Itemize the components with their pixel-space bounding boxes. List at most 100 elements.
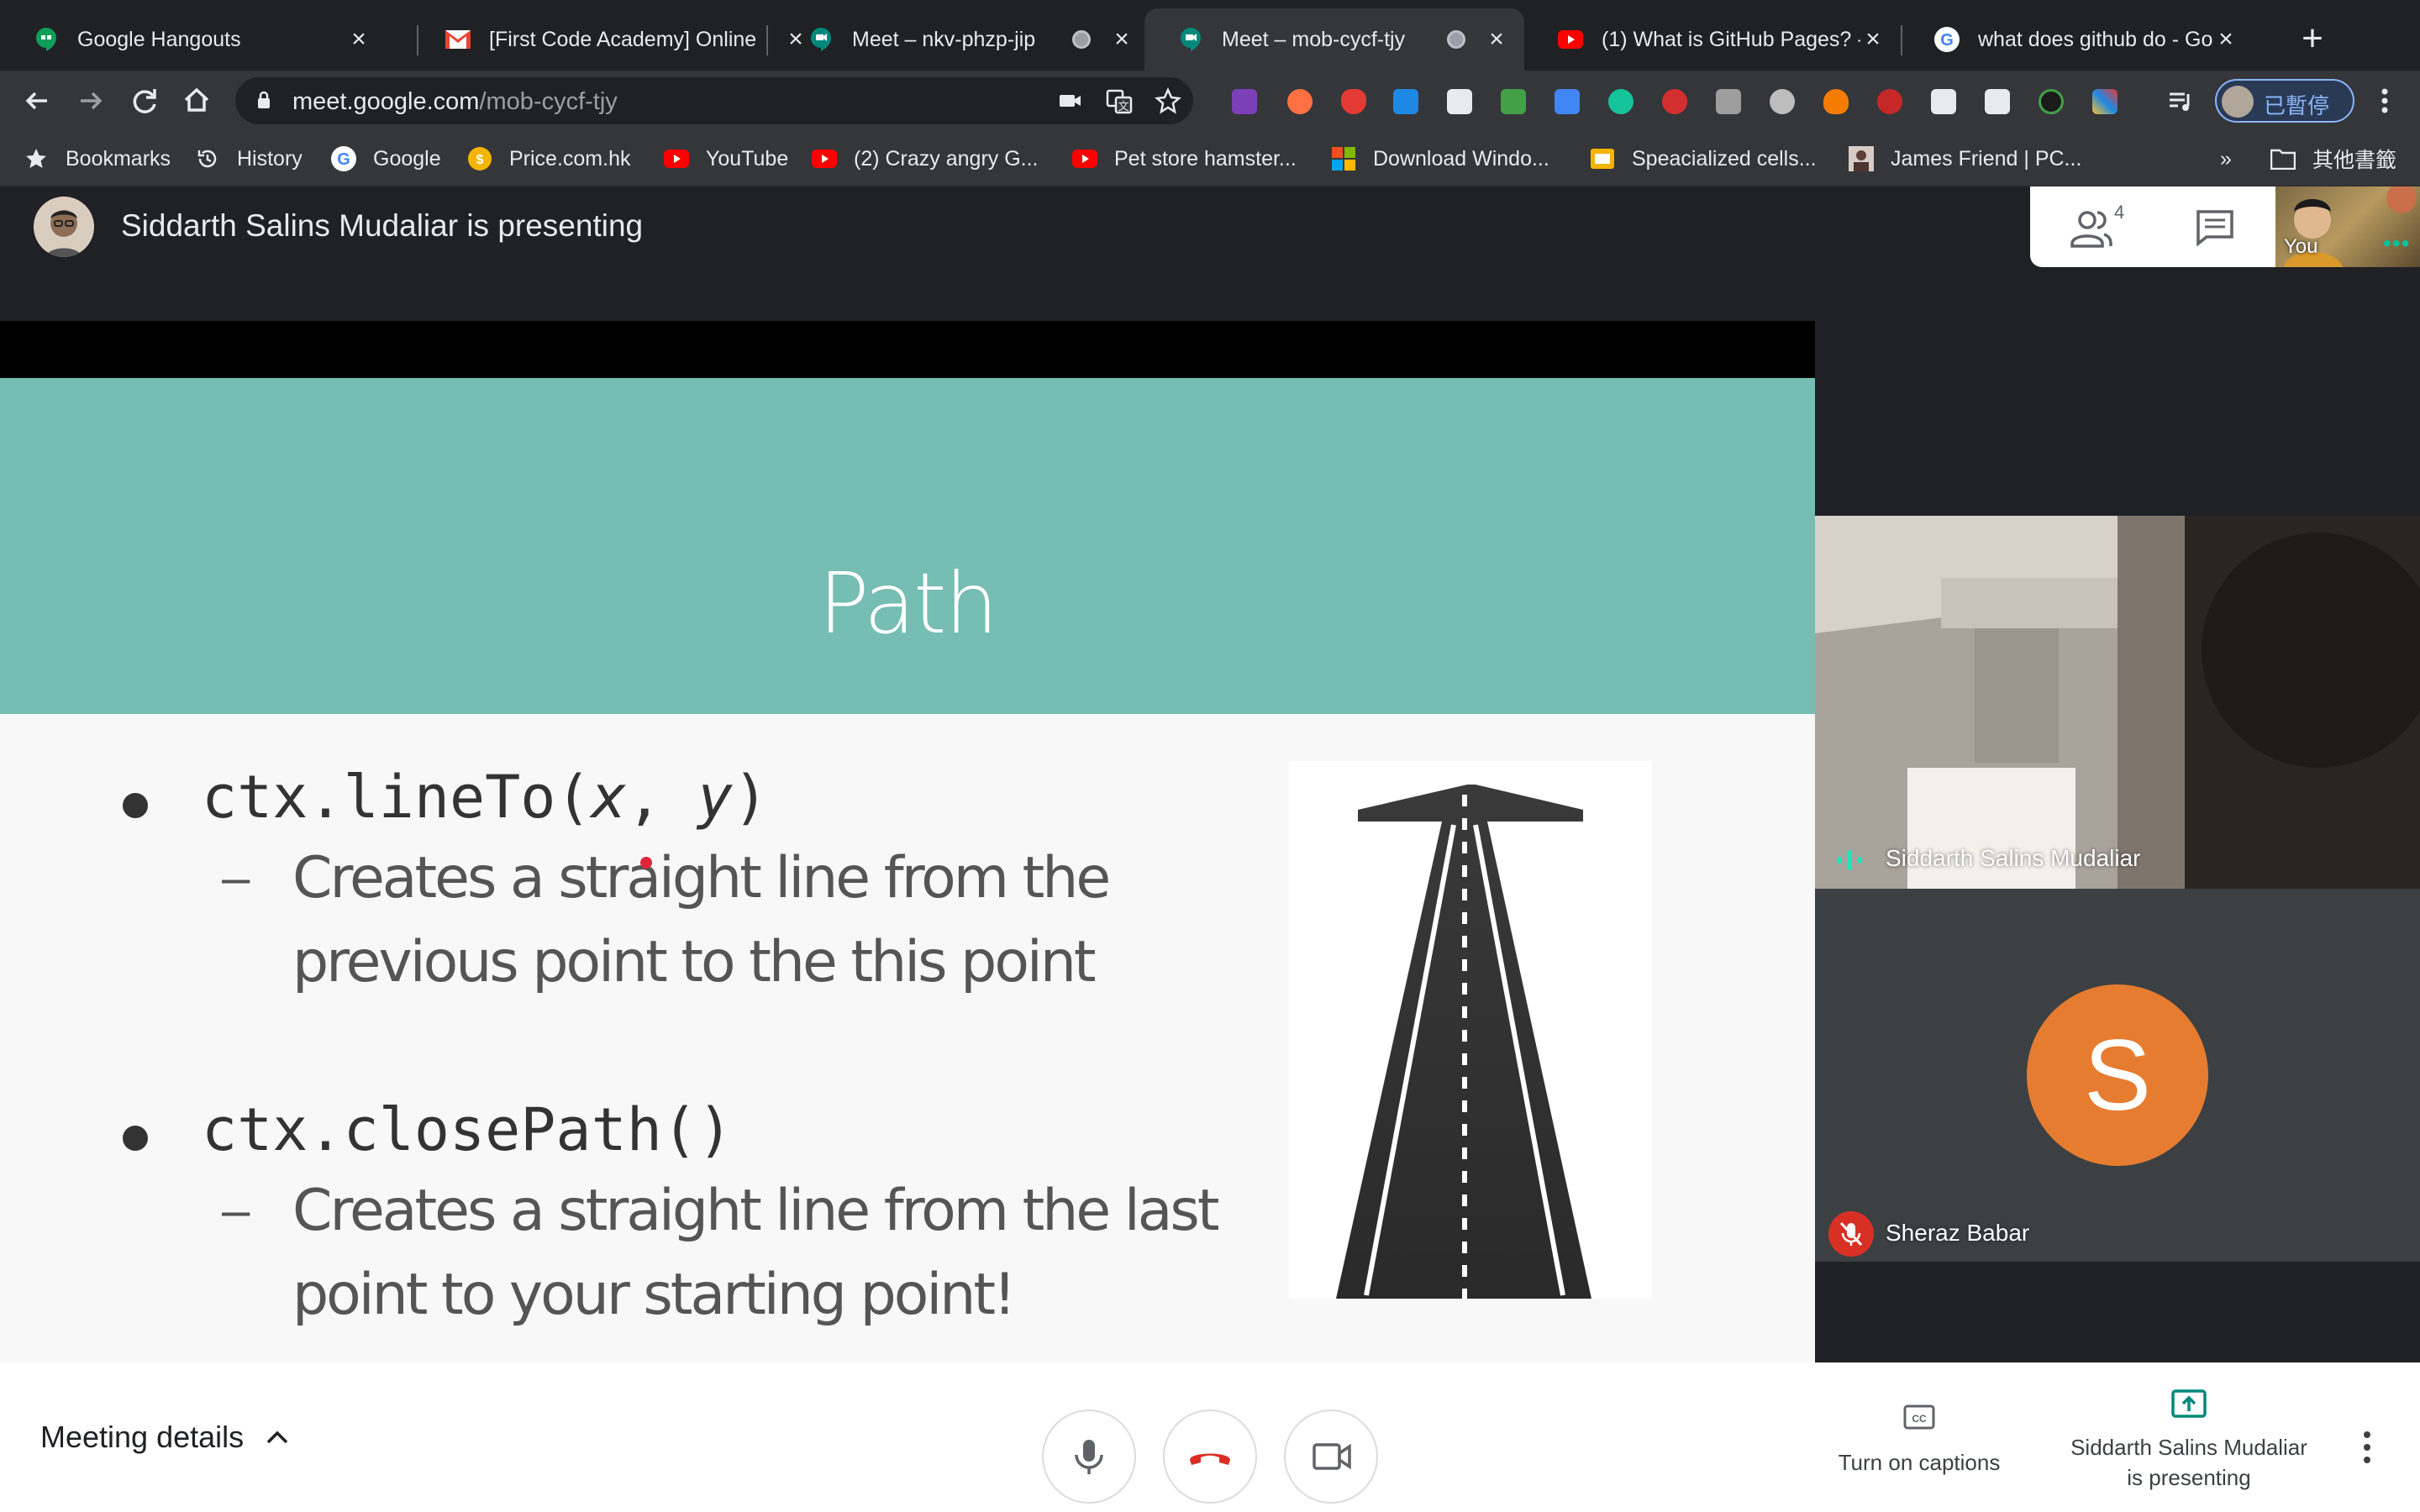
desc-line: Creates a straight line from the last — [292, 1178, 1219, 1244]
leave-call-button[interactable] — [1163, 1410, 1257, 1504]
chrome-menu-button[interactable] — [2366, 82, 2403, 119]
self-view-tile[interactable]: You ••• — [2275, 186, 2420, 267]
bookmark-label: YouTube — [706, 146, 789, 171]
more-vert-icon — [2364, 1431, 2370, 1463]
code-arg: y — [697, 763, 734, 832]
microphone-button[interactable] — [1042, 1410, 1136, 1504]
extension-icon[interactable] — [1232, 89, 1257, 114]
bullet-dot — [123, 1126, 148, 1151]
piano-extension-icon[interactable] — [1447, 89, 1472, 114]
reload-button[interactable] — [126, 82, 163, 119]
windows-icon — [1331, 146, 1356, 171]
tab-meet-nkv-phzp-jip[interactable]: Meet – nkv-phzp-jip × — [775, 8, 1150, 71]
bookmark-item-james-friend[interactable]: James Friend | PC... — [1849, 144, 2081, 173]
top-right-panel: 4 You ••• — [2030, 186, 2420, 267]
translate-icon[interactable]: 文 — [1106, 87, 1133, 114]
history-icon — [195, 146, 220, 171]
price-icon: $ — [467, 146, 492, 171]
stop-hand-icon[interactable] — [1662, 89, 1687, 114]
presenting-button[interactable]: Siddarth Salins Mudaliar is presenting — [2050, 1388, 2328, 1493]
shield-extension-icon[interactable] — [1341, 89, 1366, 114]
home-button[interactable] — [178, 82, 215, 119]
fire-extension-icon[interactable] — [1823, 89, 1849, 114]
tab-youtube-github-pages[interactable]: (1) What is GitHub Pages? - × — [1524, 8, 1901, 71]
extension-icon[interactable] — [2092, 89, 2118, 114]
close-tab-icon[interactable]: × — [2213, 27, 2238, 52]
tab-title: what does github do - Goog — [1978, 27, 2213, 51]
presenter-header: Siddarth Salins Mudaliar is presenting — [0, 186, 1815, 321]
extension-icon[interactable] — [1985, 89, 2010, 114]
svg-text:$: $ — [476, 153, 484, 167]
tab-meet-mob-cycf-tjy[interactable]: Meet – mob-cycf-tjy × — [1144, 8, 1524, 71]
slides-icon — [1590, 146, 1615, 171]
meet-icon — [808, 27, 834, 52]
google-icon: G — [331, 146, 356, 171]
people-icon — [2070, 211, 2112, 248]
extension-icon[interactable] — [1393, 89, 1418, 114]
translate-extension-icon[interactable] — [1555, 89, 1580, 114]
extension-icon[interactable] — [2039, 89, 2064, 114]
code-text: ctx.lineTo( — [202, 763, 592, 832]
bookmark-item-google[interactable]: G Google — [331, 144, 441, 173]
avatar — [34, 197, 94, 257]
captions-button[interactable]: CC Turn on captions — [1828, 1403, 2010, 1478]
extension-icon[interactable] — [1716, 89, 1741, 114]
participant-tile-siddarth[interactable]: Siddarth Salins Mudaliar — [1815, 516, 2420, 889]
camera-button[interactable] — [1284, 1410, 1378, 1504]
chevron-up-icon — [266, 1431, 288, 1444]
bookmarks-overflow-button[interactable]: » — [2220, 144, 2232, 173]
new-tab-button[interactable]: + — [2296, 20, 2329, 57]
meeting-details-button[interactable]: Meeting details — [40, 1420, 289, 1455]
bookmark-item-crazy-angry[interactable]: (2) Crazy angry G... — [812, 144, 1039, 173]
youtube-icon — [1558, 27, 1583, 52]
close-tab-icon[interactable]: × — [1860, 27, 1886, 52]
bookmark-label: 其他書籤 — [2312, 149, 2397, 172]
bookmark-item-bookmarks[interactable]: Bookmarks — [24, 144, 171, 173]
lock-extension-icon[interactable] — [1501, 89, 1526, 114]
bookmark-star-icon[interactable] — [1155, 87, 1181, 114]
chat-button[interactable] — [2156, 186, 2274, 267]
close-tab-icon[interactable]: × — [1109, 27, 1134, 52]
bookmark-label: Speacialized cells... — [1632, 146, 1817, 171]
bookmark-item-pet-store[interactable]: Pet store hamster... — [1072, 144, 1297, 173]
tab-google-search[interactable]: G what does github do - Goog × — [1901, 8, 2254, 71]
sub-bullet-dash: – — [222, 1182, 250, 1238]
road-illustration — [1289, 761, 1652, 1299]
tab-divider — [766, 25, 768, 55]
bottom-control-bar: Meeting details CC Turn on captions Sidd… — [0, 1362, 2420, 1512]
more-options-button[interactable] — [2354, 1426, 2380, 1468]
bookmark-label: (2) Crazy angry G... — [854, 146, 1039, 171]
bookmark-item-youtube[interactable]: YouTube — [664, 144, 788, 173]
bookmark-item-history[interactable]: History — [195, 144, 302, 173]
forward-button[interactable] — [72, 82, 109, 119]
code-text: , — [626, 763, 698, 832]
svg-text:G: G — [337, 150, 350, 169]
people-button[interactable]: 4 — [2030, 186, 2156, 267]
close-tab-icon[interactable]: × — [346, 27, 371, 52]
slide-code-closepath: ctx.closePath() — [202, 1095, 734, 1164]
media-controls-icon[interactable] — [2168, 89, 2193, 114]
address-bar[interactable]: meet.google.com/mob-cycf-tjy 文 — [235, 77, 1193, 124]
extension-icon[interactable] — [1931, 89, 1956, 114]
recording-icon — [1072, 30, 1091, 49]
extension-icon[interactable] — [1770, 89, 1795, 114]
more-options-icon[interactable]: ••• — [2383, 230, 2410, 257]
bookmark-item-download-windows[interactable]: Download Windo... — [1331, 144, 1549, 173]
bookmark-item-price[interactable]: $ Price.com.hk — [467, 144, 630, 173]
participant-tile-sheraz[interactable]: S Sheraz Babar — [1815, 889, 2420, 1262]
sub-bullet-dash: – — [222, 849, 250, 906]
extension-icon[interactable] — [1287, 89, 1313, 114]
close-tab-icon[interactable]: × — [1484, 27, 1509, 52]
grammarly-icon[interactable] — [1608, 89, 1634, 114]
code-text: ) — [733, 763, 769, 832]
self-view-label: You — [2284, 235, 2318, 258]
back-button[interactable] — [18, 82, 55, 119]
tab-google-hangouts[interactable]: Google Hangouts × — [0, 8, 387, 71]
profile-button[interactable]: 已暫停 — [2215, 79, 2354, 123]
bookmark-item-specialized-cells[interactable]: Speacialized cells... — [1590, 144, 1817, 173]
extension-icon[interactable] — [1877, 89, 1902, 114]
camera-in-use-icon[interactable] — [1057, 87, 1084, 114]
bookmark-label: Google — [373, 146, 441, 171]
other-bookmarks-folder[interactable]: 其他書籤 — [2270, 144, 2396, 173]
tab-first-code-academy[interactable]: [First Code Academy] Online × — [412, 8, 823, 71]
